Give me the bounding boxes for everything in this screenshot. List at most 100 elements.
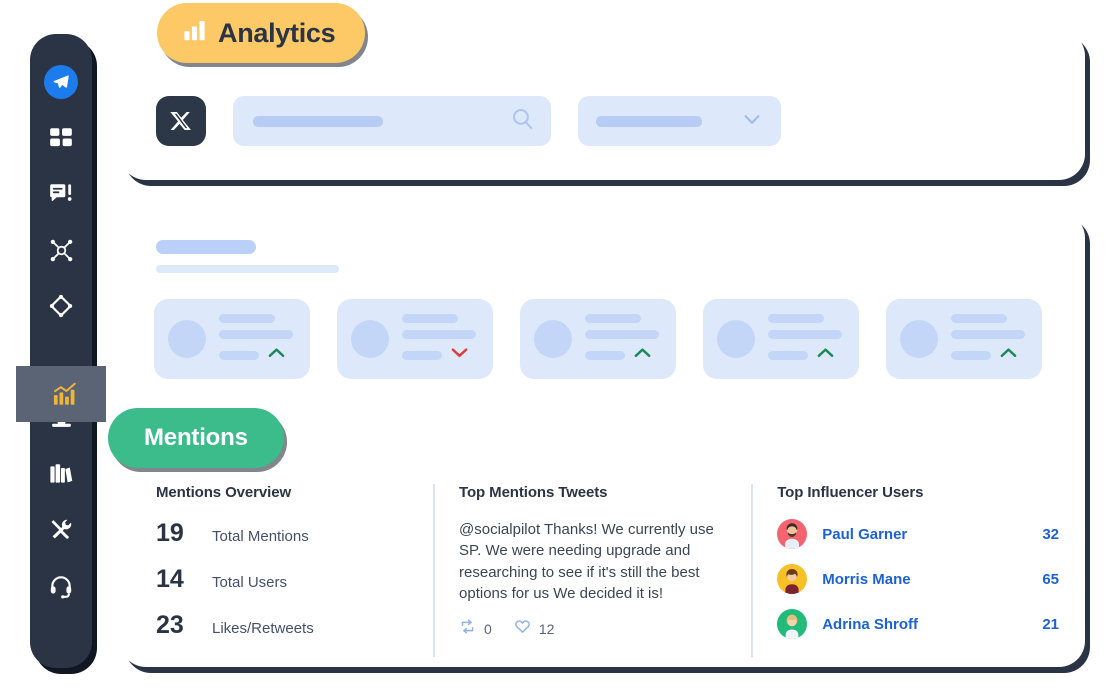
stat-card[interactable] — [337, 299, 493, 379]
avatar — [777, 564, 808, 594]
sidebar-items — [30, 34, 92, 668]
paper-plane-icon — [44, 65, 78, 99]
sidebar-item-support[interactable] — [30, 558, 92, 614]
books-library-icon — [48, 461, 74, 487]
grid-dashboard-icon — [48, 125, 74, 151]
stat-lines — [219, 314, 296, 364]
skeleton-bar — [402, 350, 442, 360]
stat-avatar-placeholder — [534, 320, 572, 358]
overview-value: 14 — [156, 565, 184, 593]
stat-card[interactable] — [520, 299, 676, 379]
overview-label: Likes/Retweets — [212, 620, 314, 637]
network-share-icon — [48, 237, 75, 264]
chevron-down-icon — [741, 108, 763, 135]
trend-up-icon — [816, 346, 835, 364]
sidebar-item-discovery[interactable] — [30, 278, 92, 334]
sidebar-item-inbox-messages[interactable] — [30, 166, 92, 222]
overview-label: Total Mentions — [212, 528, 309, 545]
avatar — [777, 609, 808, 639]
stat-lines — [768, 314, 845, 364]
skeleton-bar — [219, 314, 275, 323]
trend-up-icon — [267, 346, 286, 364]
influencer-count: 21 — [1042, 615, 1059, 633]
skeleton-bar — [768, 314, 824, 323]
overview-label: Total Users — [212, 574, 288, 591]
skeleton-bar — [585, 330, 659, 339]
tweet-meta: 0 12 — [459, 618, 731, 639]
overview-row: 14 Total Users — [156, 565, 409, 594]
skeleton-bar-title — [156, 240, 256, 254]
sidebar-item-content-library[interactable] — [30, 446, 92, 502]
avatar — [777, 519, 808, 549]
skeleton-bar-subtitle — [156, 265, 339, 273]
filter-dropdown[interactable] — [578, 96, 781, 146]
stat-avatar-placeholder — [351, 320, 389, 358]
stat-card[interactable] — [703, 299, 859, 379]
stat-trend-row — [585, 346, 662, 364]
like-count: 12 — [538, 620, 555, 637]
sidebar-item-connections[interactable] — [30, 222, 92, 278]
section-title-skeleton — [156, 240, 339, 273]
top-mentions-tweets-panel: Top Mentions Tweets @socialpilot Thanks!… — [433, 484, 731, 657]
influencer-name[interactable]: Morris Mane — [822, 571, 1042, 588]
sidebar-item-dashboard[interactable] — [30, 110, 92, 166]
influencer-row[interactable]: Paul Garner 32 — [777, 519, 1059, 549]
tweet-text: @socialpilot Thanks! We currently use SP… — [459, 521, 714, 602]
sidebar-item-tools[interactable] — [30, 502, 92, 558]
stat-card[interactable] — [886, 299, 1042, 379]
search-input[interactable] — [233, 96, 551, 146]
tools-icon — [48, 517, 74, 543]
like-stat[interactable]: 12 — [514, 618, 555, 639]
retweet-stat[interactable]: 0 — [459, 619, 492, 639]
skeleton-bar — [402, 314, 458, 323]
retweet-icon — [459, 619, 476, 639]
filter-bar — [156, 96, 781, 146]
skeleton-bar — [585, 350, 625, 360]
skeleton-bar — [585, 314, 641, 323]
stat-lines — [585, 314, 662, 364]
influencer-name[interactable]: Paul Garner — [822, 526, 1042, 543]
dropdown-placeholder-bar — [596, 115, 702, 127]
stat-trend-row — [219, 346, 296, 364]
skeleton-bar — [951, 350, 991, 360]
influencer-row[interactable]: Adrina Shroff 21 — [777, 609, 1059, 639]
stat-avatar-placeholder — [168, 320, 206, 358]
analytics-badge[interactable]: Analytics — [157, 3, 366, 63]
trend-down-icon — [450, 346, 469, 364]
stat-lines — [951, 314, 1028, 364]
trend-up-icon — [633, 346, 652, 364]
influencer-count: 32 — [1042, 525, 1059, 543]
stat-trend-row — [402, 346, 479, 364]
app-screenshot: Mentions Overview 19 Total Mentions 14 T… — [0, 0, 1108, 700]
skeleton-bar — [219, 350, 259, 360]
panel-title: Top Mentions Tweets — [459, 484, 608, 501]
stat-avatar-placeholder — [900, 320, 938, 358]
skeleton-bar — [219, 330, 293, 339]
stat-avatar-placeholder — [717, 320, 755, 358]
mentions-badge-label: Mentions — [144, 424, 248, 451]
analytics-badge-label: Analytics — [218, 17, 336, 48]
retweet-count: 0 — [484, 620, 492, 637]
search-icon — [510, 106, 535, 136]
sidebar — [16, 34, 106, 668]
mentions-badge[interactable]: Mentions — [108, 408, 284, 468]
sidebar-item-analytics[interactable] — [16, 366, 106, 422]
skeleton-bar — [402, 330, 476, 339]
x-twitter-logo[interactable] — [156, 96, 206, 146]
stat-trend-row — [951, 346, 1028, 364]
influencer-name[interactable]: Adrina Shroff — [822, 616, 1042, 633]
overview-row: 19 Total Mentions — [156, 519, 409, 548]
overview-row: 23 Likes/Retweets — [156, 611, 409, 640]
sidebar-item-compose[interactable] — [30, 54, 92, 110]
influencer-count: 65 — [1042, 570, 1059, 588]
influencer-row[interactable]: Morris Mane 65 — [777, 564, 1059, 594]
bar-chart-icon — [181, 17, 208, 49]
panel-title: Top Influencer Users — [777, 484, 924, 501]
panel-title: Mentions Overview — [156, 484, 292, 501]
skeleton-bar — [768, 350, 808, 360]
chat-alert-icon — [48, 181, 74, 207]
search-placeholder-bar — [253, 115, 383, 127]
stat-card[interactable] — [154, 299, 310, 379]
skeleton-bar — [951, 330, 1025, 339]
stat-lines — [402, 314, 479, 364]
